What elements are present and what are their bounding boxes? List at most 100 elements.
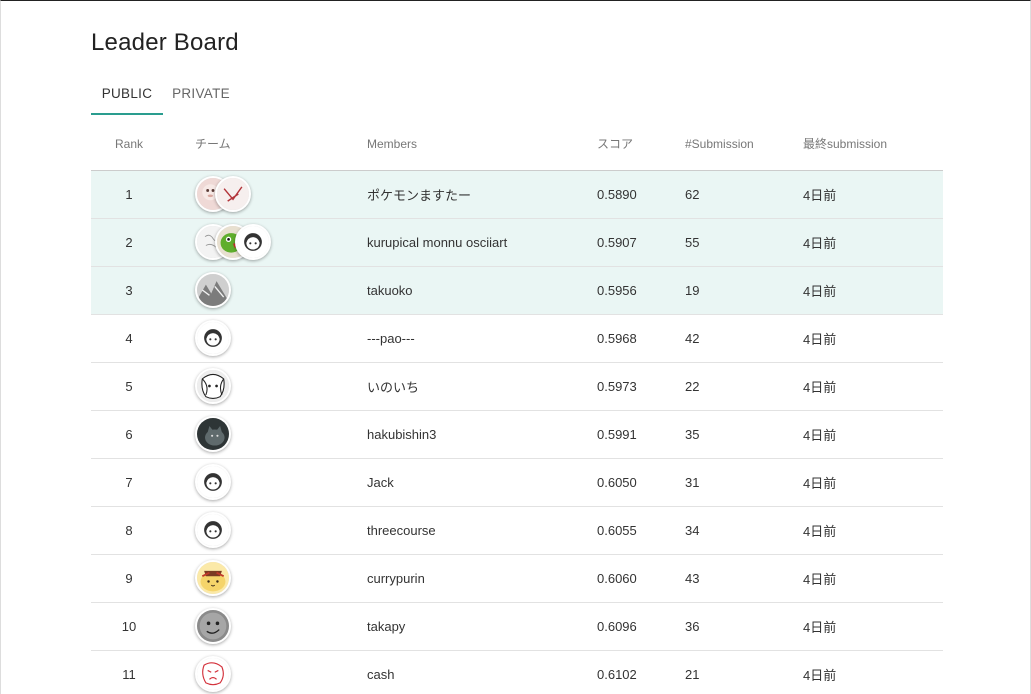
- rank-cell: 2: [91, 218, 167, 267]
- submissions-cell: 36: [685, 602, 803, 651]
- team-cell: [167, 362, 367, 411]
- table-row[interactable]: 5 いのいち 0.5973 22 4日前: [91, 362, 943, 411]
- members-cell[interactable]: threecourse: [367, 506, 597, 555]
- members-cell[interactable]: takapy: [367, 602, 597, 651]
- table-row[interactable]: 7 Jack 0.6050 31 4日前: [91, 458, 943, 507]
- table-row[interactable]: 11 cash 0.6102 21 4日前: [91, 650, 943, 694]
- leaderboard-table: Rank チーム Members スコア #Submission 最終submi…: [91, 118, 943, 694]
- team-avatars: [195, 224, 367, 260]
- table-row[interactable]: 9 currypurin 0.6060 43 4日前: [91, 554, 943, 603]
- column-header-rank[interactable]: Rank: [91, 118, 167, 171]
- submissions-cell: 19: [685, 266, 803, 315]
- members-cell[interactable]: ---pao---: [367, 314, 597, 363]
- members-cell[interactable]: kurupical monnu osciiart: [367, 218, 597, 267]
- members-cell[interactable]: ポケモンますたー: [367, 170, 597, 219]
- team-avatars: [195, 320, 367, 356]
- members-cell[interactable]: currypurin: [367, 554, 597, 603]
- submissions-cell: 21: [685, 650, 803, 694]
- members-cell[interactable]: Jack: [367, 458, 597, 507]
- members-cell[interactable]: いのいち: [367, 362, 597, 411]
- pink-sketch-icon[interactable]: [215, 176, 251, 212]
- members-cell[interactable]: takuoko: [367, 266, 597, 315]
- submissions-cell: 34: [685, 506, 803, 555]
- grey-face-icon[interactable]: [195, 608, 231, 644]
- default-user-icon[interactable]: [195, 512, 231, 548]
- last-submission-cell: 4日前: [803, 554, 943, 603]
- team-avatars: [195, 272, 367, 308]
- score-cell: 0.6060: [597, 554, 685, 603]
- column-header-score[interactable]: スコア: [597, 118, 685, 171]
- last-submission-cell: 4日前: [803, 218, 943, 267]
- pompompurin-icon[interactable]: [195, 560, 231, 596]
- table-row[interactable]: 1 ポケモンますたー 0.5890 62 4日前: [91, 170, 943, 219]
- column-header-team: チーム: [167, 118, 367, 171]
- table-row[interactable]: 4 ---pao--- 0.5968 42 4日前: [91, 314, 943, 363]
- default-user-icon[interactable]: [195, 464, 231, 500]
- tab-private[interactable]: PRIVATE: [165, 73, 237, 113]
- team-avatars: [195, 368, 367, 404]
- submissions-cell: 43: [685, 554, 803, 603]
- rank-cell: 11: [91, 650, 167, 694]
- grey-photo-icon[interactable]: [195, 272, 231, 308]
- table-row[interactable]: 6 hakubishin3 0.5991 35 4日前: [91, 410, 943, 459]
- last-submission-cell: 4日前: [803, 314, 943, 363]
- rank-cell: 7: [91, 458, 167, 507]
- table-header-row: Rank チーム Members スコア #Submission 最終submi…: [91, 118, 943, 171]
- last-submission-cell: 4日前: [803, 266, 943, 315]
- table-row[interactable]: 8 threecourse 0.6055 34 4日前: [91, 506, 943, 555]
- score-cell: 0.6055: [597, 506, 685, 555]
- team-cell: [167, 266, 367, 315]
- table-row[interactable]: 3 takuoko 0.5956 19 4日前: [91, 266, 943, 315]
- tab-bar: PUBLIC PRIVATE: [91, 73, 239, 115]
- table-row[interactable]: 10 takapy 0.6096 36 4日前: [91, 602, 943, 651]
- manga-face-icon[interactable]: [195, 368, 231, 404]
- team-avatars: [195, 464, 367, 500]
- rank-cell: 8: [91, 506, 167, 555]
- rank-cell: 4: [91, 314, 167, 363]
- score-cell: 0.6102: [597, 650, 685, 694]
- team-avatars: [195, 416, 367, 452]
- last-submission-cell: 4日前: [803, 410, 943, 459]
- rank-cell: 9: [91, 554, 167, 603]
- default-user-icon[interactable]: [195, 320, 231, 356]
- rank-cell: 5: [91, 362, 167, 411]
- score-cell: 0.6050: [597, 458, 685, 507]
- team-cell: [167, 506, 367, 555]
- leaderboard-page: Leader Board PUBLIC PRIVATE Rank チーム Mem…: [0, 0, 1031, 694]
- team-cell: [167, 218, 367, 267]
- column-header-submissions[interactable]: #Submission: [685, 118, 803, 171]
- last-submission-cell: 4日前: [803, 602, 943, 651]
- page-title: Leader Board: [91, 29, 239, 56]
- column-header-members: Members: [367, 118, 597, 171]
- members-cell[interactable]: hakubishin3: [367, 410, 597, 459]
- rank-cell: 1: [91, 170, 167, 219]
- team-avatars: [195, 176, 367, 212]
- submissions-cell: 31: [685, 458, 803, 507]
- submissions-cell: 42: [685, 314, 803, 363]
- submissions-cell: 22: [685, 362, 803, 411]
- team-cell: [167, 650, 367, 694]
- team-cell: [167, 602, 367, 651]
- score-cell: 0.5973: [597, 362, 685, 411]
- default-user-icon[interactable]: [235, 224, 271, 260]
- team-avatars: [195, 560, 367, 596]
- team-avatars: [195, 656, 367, 692]
- last-submission-cell: 4日前: [803, 362, 943, 411]
- score-cell: 0.6096: [597, 602, 685, 651]
- column-header-last-submission[interactable]: 最終submission: [803, 118, 943, 171]
- last-submission-cell: 4日前: [803, 650, 943, 694]
- red-sketch-icon[interactable]: [195, 656, 231, 692]
- team-cell: [167, 554, 367, 603]
- submissions-cell: 35: [685, 410, 803, 459]
- score-cell: 0.5956: [597, 266, 685, 315]
- score-cell: 0.5968: [597, 314, 685, 363]
- members-cell[interactable]: cash: [367, 650, 597, 694]
- score-cell: 0.5907: [597, 218, 685, 267]
- tab-public[interactable]: PUBLIC: [91, 73, 163, 115]
- submissions-cell: 62: [685, 170, 803, 219]
- rank-cell: 3: [91, 266, 167, 315]
- cat-photo-icon[interactable]: [195, 416, 231, 452]
- team-cell: [167, 170, 367, 219]
- table-row[interactable]: 2 kurupical monnu osciiart 0.5907 55 4日前: [91, 218, 943, 267]
- last-submission-cell: 4日前: [803, 170, 943, 219]
